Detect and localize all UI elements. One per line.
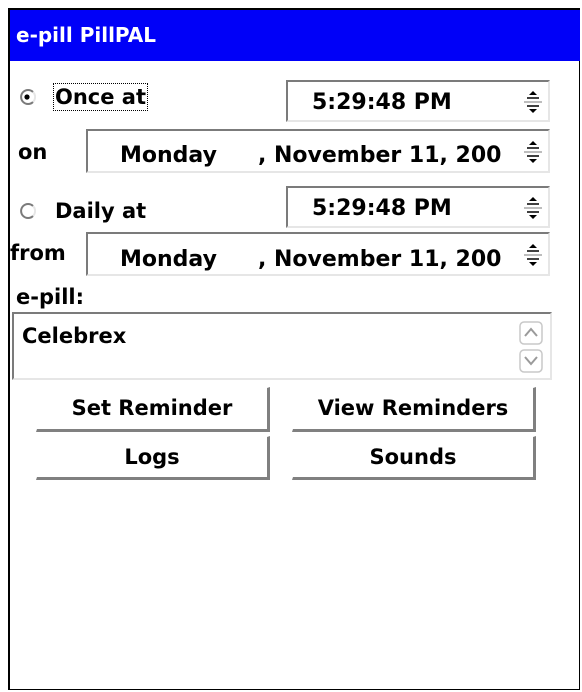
logs-button[interactable]: Logs [36,436,270,480]
once-time-spinner[interactable] [520,83,546,121]
spin-down-arrow-icon [527,155,539,163]
once-weekday: Monday [120,143,217,168]
set-reminder-button[interactable]: Set Reminder [36,387,270,432]
title-bar: e-pill PillPAL [10,10,580,61]
once-radio-icon[interactable] [18,88,36,106]
once-date-label: on [18,140,48,164]
daily-date-label: from [10,241,66,265]
spin-up-arrow-icon [527,141,539,149]
once-radio-label[interactable]: Once at [52,83,149,111]
daily-radio-icon[interactable] [18,202,36,220]
daily-time-spinner[interactable] [520,189,546,227]
once-date-field[interactable]: Monday , November 11, 200 [86,129,550,173]
spin-down-arrow-icon [527,258,539,266]
daily-time-field[interactable]: 5:29:48 PM [286,186,550,228]
memo-scrollbar[interactable] [518,320,546,376]
spin-down-arrow-icon [527,211,539,219]
spin-up-arrow-icon [527,244,539,252]
spin-down-arrow-icon [527,105,539,113]
daily-time-value: 5:29:48 PM [312,196,452,221]
daily-radio-label[interactable]: Daily at [55,199,146,223]
daily-date-spinner[interactable] [520,236,546,274]
once-date-spinner[interactable] [520,133,546,171]
daily-date: , November 11, 200 [258,247,502,272]
view-reminders-button[interactable]: View Reminders [292,387,536,432]
pill-memo-field[interactable]: Celebrex [12,312,552,380]
daily-date-field[interactable]: Monday , November 11, 200 [86,232,550,276]
pill-value: Celebrex [22,324,127,348]
sounds-button[interactable]: Sounds [292,436,536,480]
spin-up-arrow-icon [527,91,539,99]
scroll-down-icon [519,349,543,373]
pill-label: e-pill: [16,285,84,309]
window-title: e-pill PillPAL [16,23,156,47]
once-time-field[interactable]: 5:29:48 PM [286,80,550,122]
daily-weekday: Monday [120,247,217,272]
once-time-value: 5:29:48 PM [312,90,452,115]
scroll-up-icon [519,321,543,345]
once-date: , November 11, 200 [258,143,502,168]
spin-up-arrow-icon [527,197,539,205]
